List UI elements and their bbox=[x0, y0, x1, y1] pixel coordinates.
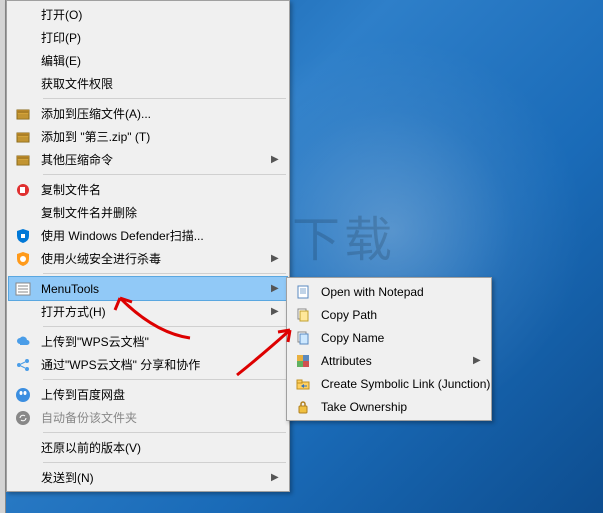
copy-red-icon bbox=[13, 180, 33, 200]
submenu-arrow-icon: ▶ bbox=[271, 283, 281, 294]
menu-item-label: 使用 Windows Defender扫描... bbox=[41, 227, 281, 244]
menu-item-label: Create Symbolic Link (Junction) bbox=[321, 377, 490, 391]
context-menu-menutools: Open with Notepad Copy Path Copy Name Attri… bbox=[286, 277, 492, 421]
wps-share-icon bbox=[13, 355, 33, 375]
menu-separator bbox=[43, 432, 286, 433]
menutools-icon bbox=[13, 279, 33, 299]
defender-icon bbox=[13, 226, 33, 246]
blank-icon bbox=[13, 302, 33, 322]
sub_menu-item-5[interactable]: Take Ownership bbox=[289, 395, 489, 418]
main_menu-item-7[interactable]: 其他压缩命令▶ bbox=[9, 148, 287, 171]
baidu-icon bbox=[13, 385, 33, 405]
submenu-arrow-icon: ▶ bbox=[271, 306, 281, 317]
main_menu-item-14[interactable]: MenuTools▶ bbox=[9, 277, 287, 300]
blank-icon bbox=[13, 5, 33, 25]
copypath-icon bbox=[293, 305, 313, 325]
menu-item-label: 复制文件名 bbox=[41, 181, 281, 198]
wps-cloud-icon bbox=[13, 332, 33, 352]
menu-item-label: 打开(O) bbox=[41, 6, 281, 23]
sub_menu-item-4[interactable]: Create Symbolic Link (Junction) bbox=[289, 372, 489, 395]
main_menu-item-17[interactable]: 上传到"WPS云文档" bbox=[9, 330, 287, 353]
menu-item-label: 其他压缩命令 bbox=[41, 151, 271, 168]
symlink-icon bbox=[293, 374, 313, 394]
menu-item-label: 复制文件名并删除 bbox=[41, 204, 281, 221]
menu-item-label: 发送到(N) bbox=[41, 469, 271, 486]
baidu-sync-icon bbox=[13, 408, 33, 428]
sub_menu-item-2[interactable]: Copy Name bbox=[289, 326, 489, 349]
menu-item-label: 打印(P) bbox=[41, 29, 281, 46]
menu-item-label: 添加到压缩文件(A)... bbox=[41, 105, 281, 122]
main_menu-item-9[interactable]: 复制文件名 bbox=[9, 178, 287, 201]
main_menu-item-15[interactable]: 打开方式(H)▶ bbox=[9, 300, 287, 323]
attributes-icon bbox=[293, 351, 313, 371]
ownership-icon bbox=[293, 397, 313, 417]
menu-item-label: Copy Path bbox=[321, 308, 483, 322]
menu-item-label: Open with Notepad bbox=[321, 285, 483, 299]
menu-item-label: 使用火绒安全进行杀毒 bbox=[41, 250, 271, 267]
main_menu-item-21[interactable]: 自动备份该文件夹 bbox=[9, 406, 287, 429]
main_menu-item-2[interactable]: 编辑(E) bbox=[9, 49, 287, 72]
menu-item-label: 上传到百度网盘 bbox=[41, 386, 281, 403]
context-menu-main: 打开(O) 打印(P) 编辑(E) 获取文件权限添加到压缩文件(A)... 添加到 "第… bbox=[6, 0, 290, 492]
submenu-arrow-icon: ▶ bbox=[271, 253, 281, 264]
main_menu-item-20[interactable]: 上传到百度网盘 bbox=[9, 383, 287, 406]
menu-separator bbox=[43, 326, 286, 327]
main_menu-item-10[interactable]: 复制文件名并删除 bbox=[9, 201, 287, 224]
submenu-arrow-icon: ▶ bbox=[473, 355, 483, 366]
sub_menu-item-1[interactable]: Copy Path bbox=[289, 303, 489, 326]
huorong-icon bbox=[13, 249, 33, 269]
main_menu-item-3[interactable]: 获取文件权限 bbox=[9, 72, 287, 95]
menu-item-label: Attributes bbox=[321, 354, 473, 368]
main_menu-item-1[interactable]: 打印(P) bbox=[9, 26, 287, 49]
menu-item-label: 编辑(E) bbox=[41, 52, 281, 69]
blank-icon bbox=[13, 28, 33, 48]
archive-icon bbox=[13, 150, 33, 170]
main_menu-item-12[interactable]: 使用火绒安全进行杀毒▶ bbox=[9, 247, 287, 270]
menu-item-label: 获取文件权限 bbox=[41, 75, 281, 92]
menu-separator bbox=[43, 379, 286, 380]
blank-icon bbox=[13, 74, 33, 94]
menu-item-label: MenuTools bbox=[41, 282, 271, 296]
archive-icon bbox=[13, 127, 33, 147]
menu-item-label: 打开方式(H) bbox=[41, 303, 271, 320]
menu-item-label: 自动备份该文件夹 bbox=[41, 409, 281, 426]
menu-separator bbox=[43, 174, 286, 175]
submenu-arrow-icon: ▶ bbox=[271, 154, 281, 165]
menu-separator bbox=[43, 273, 286, 274]
menu-item-label: 添加到 "第三.zip" (T) bbox=[41, 128, 281, 145]
menu-item-label: Take Ownership bbox=[321, 400, 483, 414]
sub_menu-item-3[interactable]: Attributes▶ bbox=[289, 349, 489, 372]
main_menu-item-6[interactable]: 添加到 "第三.zip" (T) bbox=[9, 125, 287, 148]
main_menu-item-25[interactable]: 发送到(N)▶ bbox=[9, 466, 287, 489]
blank-icon bbox=[13, 51, 33, 71]
sub_menu-item-0[interactable]: Open with Notepad bbox=[289, 280, 489, 303]
notepad-icon bbox=[293, 282, 313, 302]
archive-icon bbox=[13, 104, 33, 124]
blank-icon bbox=[13, 203, 33, 223]
menu-item-label: 上传到"WPS云文档" bbox=[41, 333, 281, 350]
menu-item-label: 通过"WPS云文档" 分享和协作 bbox=[41, 356, 281, 373]
main_menu-item-11[interactable]: 使用 Windows Defender扫描... bbox=[9, 224, 287, 247]
main_menu-item-18[interactable]: 通过"WPS云文档" 分享和协作 bbox=[9, 353, 287, 376]
blank-icon bbox=[13, 468, 33, 488]
menu-item-label: Copy Name bbox=[321, 331, 483, 345]
menu-separator bbox=[43, 98, 286, 99]
main_menu-item-5[interactable]: 添加到压缩文件(A)... bbox=[9, 102, 287, 125]
main_menu-item-23[interactable]: 还原以前的版本(V) bbox=[9, 436, 287, 459]
menu-item-label: 还原以前的版本(V) bbox=[41, 439, 281, 456]
menu-separator bbox=[43, 462, 286, 463]
blank-icon bbox=[13, 438, 33, 458]
main_menu-item-0[interactable]: 打开(O) bbox=[9, 3, 287, 26]
submenu-arrow-icon: ▶ bbox=[271, 472, 281, 483]
copyname-icon bbox=[293, 328, 313, 348]
